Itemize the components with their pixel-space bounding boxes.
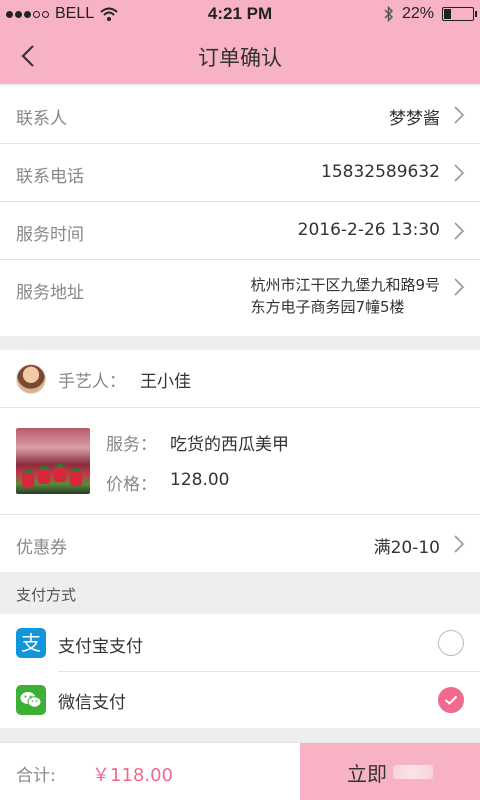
chevron-right-icon xyxy=(454,164,465,182)
service-name: 吃货的西瓜美甲 xyxy=(170,435,289,455)
status-bar: BELL 4:21 PM 22% xyxy=(0,0,480,28)
submit-label: 立即 xyxy=(347,761,387,786)
contact-name-row[interactable]: 联系人 梦梦酱 xyxy=(0,86,480,143)
status-right: 22% xyxy=(384,5,477,23)
chevron-right-icon xyxy=(454,535,465,553)
total-label: 合计: xyxy=(16,766,56,786)
coupon-label: 优惠券 xyxy=(16,538,67,558)
chevron-right-icon xyxy=(454,106,465,124)
payment-header: 支付方式 xyxy=(0,572,480,614)
page-title: 订单确认 xyxy=(198,46,282,70)
address-line-1: 杭州市江干区九堡九和路9号 xyxy=(250,276,440,294)
coupon-row[interactable]: 优惠券 满20-10 xyxy=(0,515,480,572)
service-address-value: 杭州市江干区九堡九和路9号 东方电子商务园7幢5楼 xyxy=(250,274,440,318)
coupon-value: 满20-10 xyxy=(373,538,440,558)
battery-percent: 22% xyxy=(401,5,434,22)
wechat-radio-checked[interactable] xyxy=(438,687,464,713)
payment-section: 支 支付宝支付 微信支付 xyxy=(0,614,480,728)
artisan-label: 手艺人： xyxy=(58,372,126,392)
wechat-label: 微信支付 xyxy=(58,693,126,713)
battery-icon xyxy=(442,7,477,21)
chevron-right-icon xyxy=(454,278,465,296)
contact-name-label: 联系人 xyxy=(16,109,67,129)
submit-order-button[interactable]: 立即 xyxy=(300,743,480,800)
service-address-label: 服务地址 xyxy=(16,283,84,303)
service-time-label: 服务时间 xyxy=(16,225,84,245)
bluetooth-icon xyxy=(384,6,393,22)
checkout-bar: 合计: ￥118.00 立即 xyxy=(0,742,480,800)
payment-option-alipay[interactable]: 支 支付宝支付 xyxy=(0,614,480,671)
payment-option-wechat[interactable]: 微信支付 xyxy=(0,672,480,728)
service-time-row[interactable]: 服务时间 2016-2-26 13:30 xyxy=(0,202,480,259)
price-label: 价格： xyxy=(106,475,157,495)
alipay-radio[interactable] xyxy=(438,630,464,656)
service-label: 服务： xyxy=(106,435,157,455)
artisan-row[interactable]: 手艺人： 王小佳 xyxy=(0,350,480,407)
nav-header: 订单确认 xyxy=(0,28,480,84)
price-value: 128.00 xyxy=(170,470,230,490)
contact-phone-label: 联系电话 xyxy=(16,167,84,187)
service-image xyxy=(16,428,90,494)
address-line-2: 东方电子商务园7幢5楼 xyxy=(250,298,405,316)
chevron-right-icon xyxy=(454,222,465,240)
artisan-name: 王小佳 xyxy=(140,372,191,392)
service-address-row[interactable]: 服务地址 杭州市江干区九堡九和路9号 东方电子商务园7幢5楼 xyxy=(0,260,480,336)
contact-section: 联系人 梦梦酱 联系电话 15832589632 服务时间 2016-2-26 … xyxy=(0,86,480,336)
contact-phone-value: 15832589632 xyxy=(321,162,440,182)
alipay-label: 支付宝支付 xyxy=(58,637,143,657)
payment-header-label: 支付方式 xyxy=(16,586,77,604)
contact-name-value: 梦梦酱 xyxy=(389,109,440,129)
order-section: 手艺人： 王小佳 服务： 吃货的西瓜美甲 价格： 128.00 优惠券 满20-… xyxy=(0,350,480,572)
total-value: ￥118.00 xyxy=(92,765,173,786)
obscured-text xyxy=(393,765,433,779)
alipay-icon: 支 xyxy=(16,628,46,658)
service-time-value: 2016-2-26 13:30 xyxy=(297,220,440,240)
artisan-avatar xyxy=(16,364,46,394)
service-card[interactable]: 服务： 吃货的西瓜美甲 价格： 128.00 xyxy=(0,408,480,514)
checkmark-icon xyxy=(444,695,458,705)
contact-phone-row[interactable]: 联系电话 15832589632 xyxy=(0,144,480,201)
wechat-icon xyxy=(16,685,46,715)
